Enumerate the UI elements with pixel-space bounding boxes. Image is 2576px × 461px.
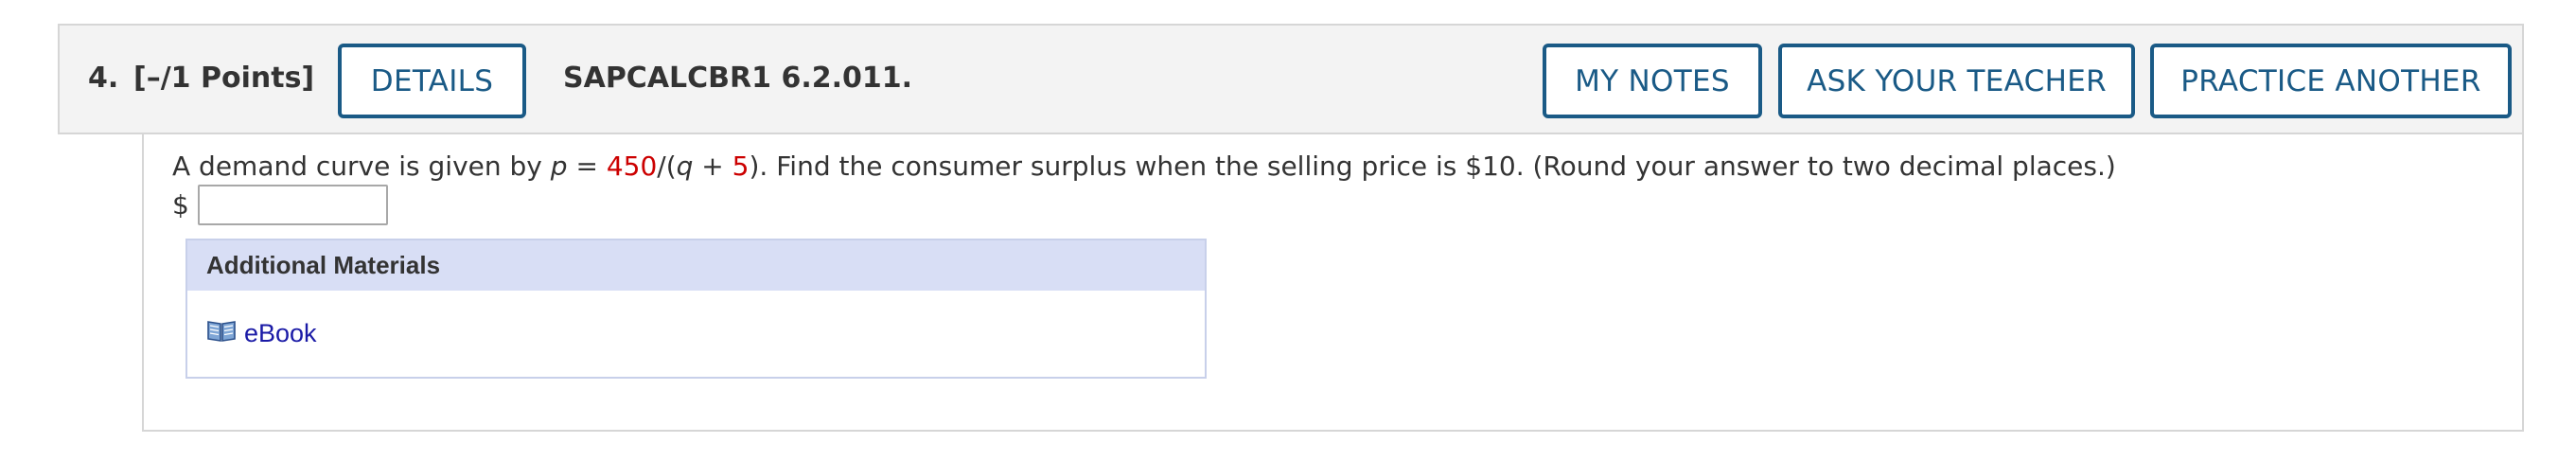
question-number: 4. bbox=[88, 62, 119, 95]
prompt-plus: + bbox=[693, 151, 732, 182]
additional-materials-panel: Additional Materials eBook bbox=[185, 239, 1207, 379]
my-notes-button[interactable]: MY NOTES bbox=[1543, 44, 1762, 118]
question-points: [–/1 Points] bbox=[133, 62, 315, 95]
practice-another-button[interactable]: PRACTICE ANOTHER bbox=[2150, 44, 2512, 118]
details-button[interactable]: DETAILS bbox=[338, 44, 526, 118]
answer-input[interactable] bbox=[198, 185, 388, 225]
additional-materials-title: Additional Materials bbox=[187, 240, 1205, 291]
prompt-number-5: 5 bbox=[732, 151, 750, 182]
question-code: SAPCALCBR1 6.2.011. bbox=[563, 62, 913, 95]
prompt-number-450: 450 bbox=[606, 151, 658, 182]
ebook-label: eBook bbox=[244, 319, 317, 347]
prompt-equals: = bbox=[567, 151, 607, 182]
prompt-var-p: p bbox=[550, 151, 568, 182]
ebook-link[interactable]: eBook bbox=[206, 318, 317, 349]
question-body: A demand curve is given by p = 450/(q + … bbox=[142, 134, 2524, 432]
prompt-rest: ). Find the consumer surplus when the se… bbox=[749, 151, 2116, 182]
currency-symbol: $ bbox=[172, 189, 189, 221]
prompt-var-q: q bbox=[676, 151, 694, 182]
ask-your-teacher-button[interactable]: ASK YOUR TEACHER bbox=[1778, 44, 2135, 118]
question-header: 4. [–/1 Points] DETAILS SAPCALCBR1 6.2.0… bbox=[58, 24, 2524, 134]
book-icon bbox=[206, 318, 244, 349]
prompt-intro: A demand curve is given by bbox=[172, 151, 551, 182]
question-prompt: A demand curve is given by p = 450/(q + … bbox=[172, 151, 2116, 182]
prompt-slash-open: /( bbox=[657, 151, 677, 182]
